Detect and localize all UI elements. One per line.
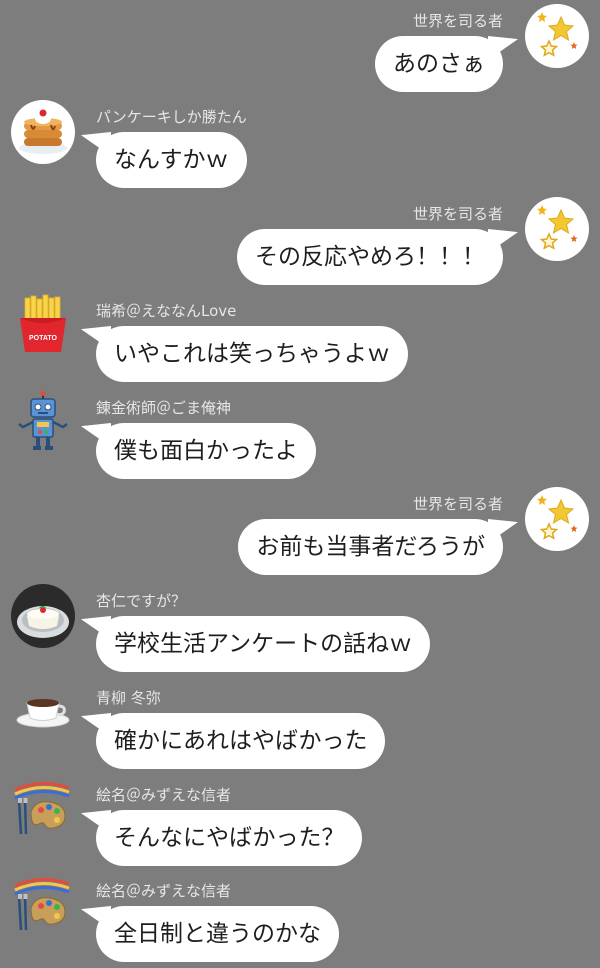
sender-name: 世界を司る者 <box>412 12 503 30</box>
paint-palette-icon[interactable] <box>11 778 75 842</box>
stars-icon[interactable] <box>525 487 589 551</box>
message-bubble: いやこれは笑っちゃうよｗ <box>96 326 408 382</box>
sender-name: 世界を司る者 <box>412 205 503 223</box>
potato-label: POTATO <box>29 335 58 342</box>
message-bubble: 確かにあれはやばかった <box>96 713 386 769</box>
message-bubble: なんすかｗ <box>96 132 247 188</box>
message-bubble: 僕も面白かったよ <box>96 423 316 479</box>
pancake-icon[interactable] <box>11 100 75 164</box>
sender-name: 杏仁ですが？ <box>96 592 187 610</box>
robot-icon[interactable] <box>11 391 75 455</box>
message-bubble: 学校生活アンケートの話ねｗ <box>96 616 431 672</box>
message-bubble: お前も当事者だろうが <box>238 519 503 575</box>
sender-name: 青柳 冬弥 <box>96 689 161 707</box>
message-bubble: 全日制と違うのかな <box>96 906 339 962</box>
sender-name: 錬金術師＠ごま俺神 <box>96 399 232 417</box>
sender-name: 世界を司る者 <box>412 495 503 513</box>
sender-name: 瑞希＠えななんLove <box>96 302 237 320</box>
message-bubble: そんなにやばかった？ <box>96 810 363 866</box>
stars-icon[interactable] <box>525 197 589 261</box>
message-bubble: その反応やめろ！！！ <box>237 229 503 285</box>
sender-name: 絵名＠みずえな信者 <box>96 786 232 804</box>
sender-name: パンケーキしか勝たん <box>96 108 247 126</box>
stars-icon[interactable] <box>525 4 589 68</box>
coffee-cup-icon[interactable] <box>11 681 75 745</box>
french-fries-icon[interactable]: POTATO <box>11 294 75 358</box>
almond-tofu-icon[interactable] <box>11 584 75 648</box>
sender-name: 絵名＠みずえな信者 <box>96 882 232 900</box>
paint-palette-icon[interactable] <box>11 874 75 938</box>
message-bubble: あのさぁ <box>375 36 503 92</box>
